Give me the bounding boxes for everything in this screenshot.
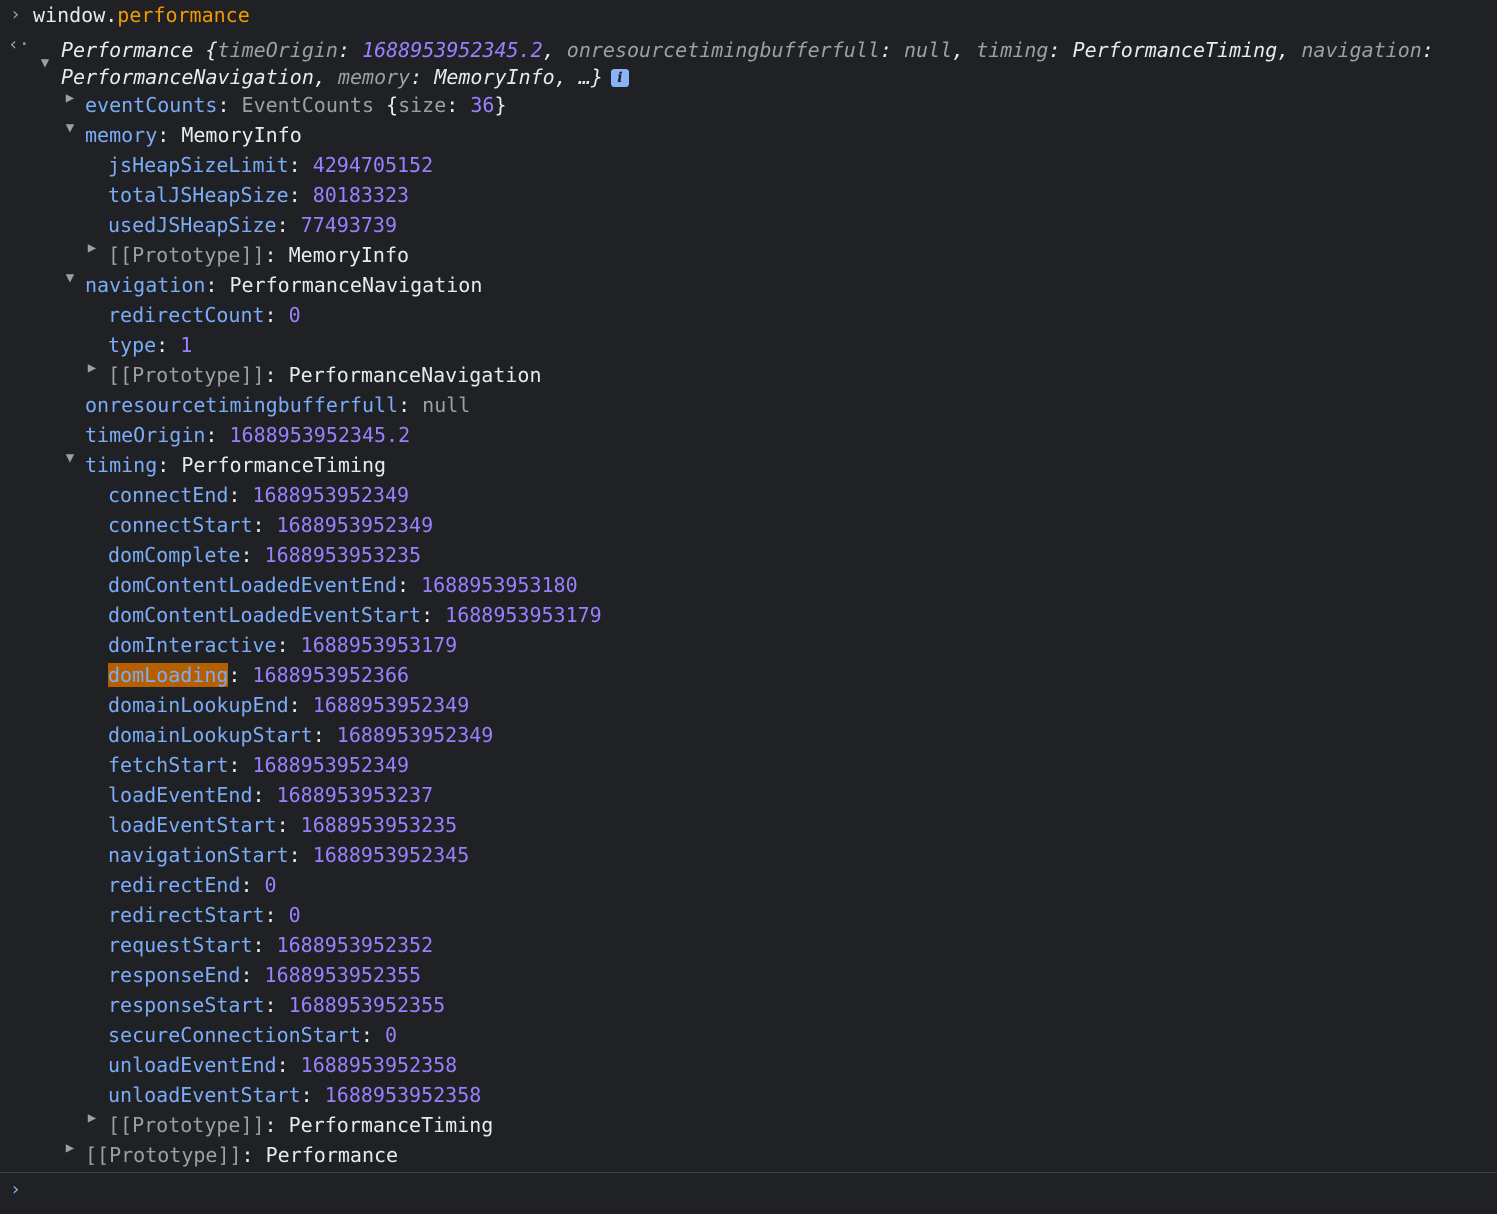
- navigation-item-row: type: 1: [108, 333, 193, 357]
- onresourcetimingbufferfull-row: onresourcetimingbufferfull: null: [85, 393, 471, 417]
- memory-item-row: usedJSHeapSize: 77493739: [108, 213, 397, 237]
- memory-expand-caret-icon[interactable]: ▼: [63, 120, 77, 136]
- timing-item-row: responseEnd: 1688953952355: [108, 963, 422, 987]
- memory-row[interactable]: memory: MemoryInfo: [85, 120, 302, 150]
- timing-item-row: responseStart: 1688953952355: [108, 993, 446, 1017]
- timing-item-row: domainLookupStart: 1688953952349: [108, 723, 494, 747]
- prompt-chevron-icon: ›: [10, 4, 21, 25]
- timing-item-row: requestStart: 1688953952352: [108, 933, 434, 957]
- timeorigin-row: timeOrigin: 1688953952345.2: [85, 423, 411, 447]
- memory-item-row: totalJSHeapSize: 80183323: [108, 183, 410, 207]
- navigation-proto-caret-icon[interactable]: ▶: [85, 360, 99, 376]
- timing-item-row: loadEventStart: 1688953953235: [108, 813, 458, 837]
- timing-item-row: navigationStart: 1688953952345: [108, 843, 470, 867]
- timing-prototype-row[interactable]: [[Prototype]]: PerformanceTiming: [108, 1110, 493, 1140]
- timing-item-row: domComplete: 1688953953235: [108, 543, 422, 567]
- timing-item-row: connectEnd: 1688953952349: [108, 483, 410, 507]
- navigation-prototype-row[interactable]: [[Prototype]]: PerformanceNavigation: [108, 360, 542, 390]
- timing-item-row: loadEventEnd: 1688953953237: [108, 783, 434, 807]
- navigation-expand-caret-icon[interactable]: ▼: [63, 270, 77, 286]
- eventcounts-expand-caret-icon[interactable]: ▶: [63, 90, 77, 106]
- timing-expand-caret-icon[interactable]: ▼: [63, 450, 77, 466]
- navigation-row[interactable]: navigation: PerformanceNavigation: [85, 270, 482, 300]
- memory-item-row: jsHeapSizeLimit: 4294705152: [108, 153, 434, 177]
- timing-item-row: connectStart: 1688953952349: [108, 513, 434, 537]
- timing-row[interactable]: timing: PerformanceTiming: [85, 450, 386, 480]
- timing-item-row: secureConnectionStart: 0: [108, 1023, 398, 1047]
- memory-proto-caret-icon[interactable]: ▶: [85, 240, 99, 256]
- result-summary-line-1[interactable]: Performance {timeOrigin: 1688953952345.2…: [61, 35, 1434, 65]
- timing-proto-caret-icon[interactable]: ▶: [85, 1110, 99, 1126]
- timing-item-row: redirectEnd: 0: [108, 873, 277, 897]
- search-highlight: domLoading: [108, 663, 229, 687]
- eventcounts-row[interactable]: eventCounts: EventCounts {size: 36}: [85, 90, 507, 120]
- timing-item-row: domContentLoadedEventStart: 168895395317…: [108, 603, 602, 627]
- input-prompt-chevron-icon: ›: [10, 1179, 21, 1200]
- timing-item-row: domContentLoadedEventEnd: 1688953953180: [108, 573, 578, 597]
- command-text[interactable]: window.performance: [33, 0, 250, 30]
- info-icon[interactable]: i: [610, 69, 629, 87]
- root-prototype-row[interactable]: [[Prototype]]: Performance: [85, 1140, 398, 1170]
- timing-item-row: domainLookupEnd: 1688953952349: [108, 693, 470, 717]
- root-expand-caret-icon[interactable]: ▼: [38, 55, 52, 71]
- timing-item-row: unloadEventStart: 1688953952358: [108, 1083, 482, 1107]
- timing-item-row-highlighted: domLoading: 1688953952366: [108, 663, 410, 687]
- navigation-item-row: redirectCount: 0: [108, 303, 301, 327]
- timing-item-row: unloadEventEnd: 1688953952358: [108, 1053, 458, 1077]
- console-input[interactable]: ›: [0, 1172, 1497, 1214]
- timing-item-row: domInteractive: 1688953953179: [108, 633, 458, 657]
- timing-item-row: redirectStart: 0: [108, 903, 301, 927]
- root-proto-caret-icon[interactable]: ▶: [63, 1140, 77, 1156]
- result-arrow-icon: ‹·: [8, 34, 30, 55]
- memory-prototype-row[interactable]: [[Prototype]]: MemoryInfo: [108, 240, 409, 270]
- timing-item-row: fetchStart: 1688953952349: [108, 753, 410, 777]
- result-summary-line-2[interactable]: PerformanceNavigation, memory: MemoryInf…: [61, 62, 629, 92]
